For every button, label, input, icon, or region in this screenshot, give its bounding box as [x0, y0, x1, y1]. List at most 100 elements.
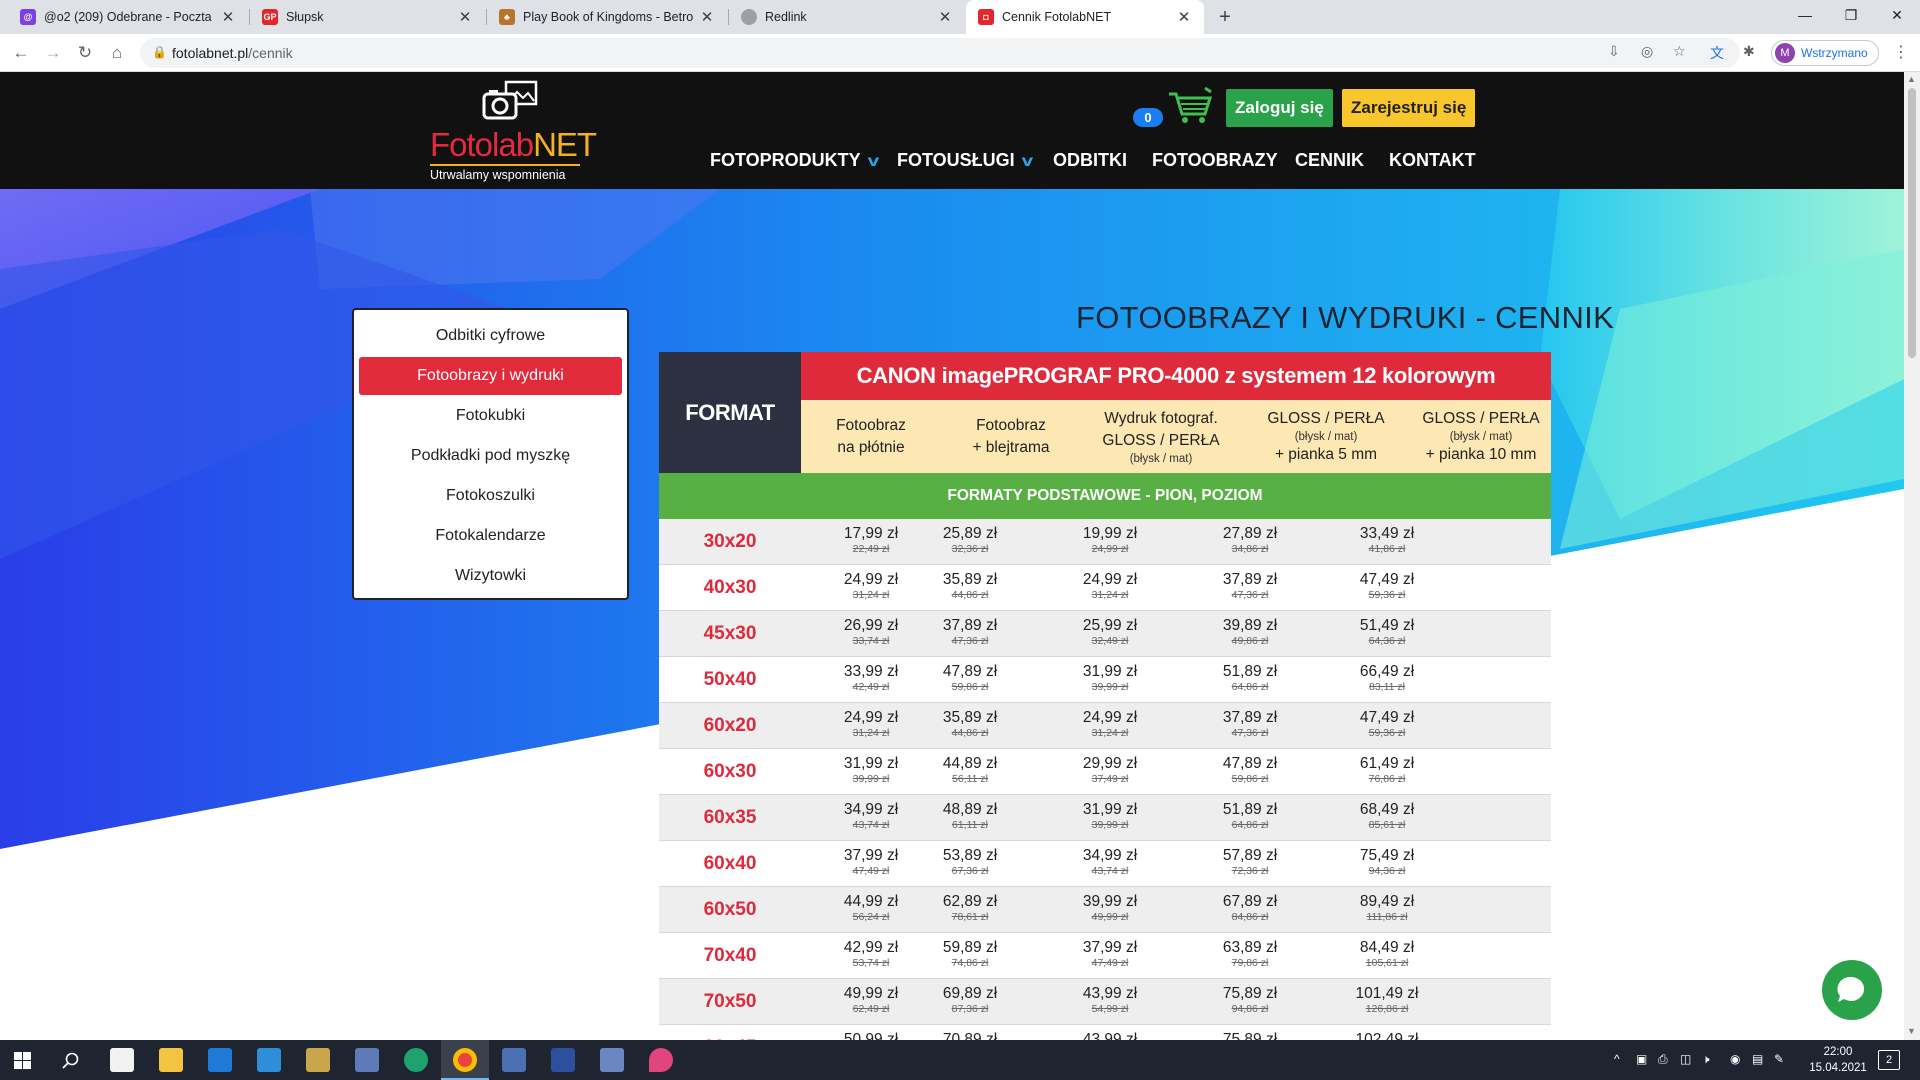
- tab-title: Słupsk: [286, 10, 324, 24]
- sidemenu-item-podkladki[interactable]: Podkładki pod myszkę: [359, 437, 622, 475]
- volume-muted-icon[interactable]: 🕨: [1702, 1052, 1710, 1067]
- logo-underline: [430, 164, 580, 166]
- forward-button[interactable]: →: [40, 40, 66, 66]
- price-cell: 75,89 zł94,86 zł: [1190, 1031, 1310, 1040]
- reload-button[interactable]: ↻: [72, 40, 98, 66]
- edge-icon[interactable]: [404, 1048, 428, 1072]
- close-window-button[interactable]: ✕: [1874, 0, 1920, 34]
- close-icon[interactable]: ✕: [699, 8, 715, 26]
- current-price: 43,99 zł: [1082, 985, 1138, 1002]
- vscode-icon[interactable]: [257, 1048, 281, 1072]
- logo-tagline: Utrwalamy wspomnienia: [430, 168, 566, 182]
- cart-button[interactable]: 0: [1133, 86, 1213, 130]
- tracking-protection-icon[interactable]: ◎: [1641, 43, 1653, 60]
- remote-desktop-icon[interactable]: [600, 1048, 624, 1072]
- paint-icon[interactable]: [649, 1048, 673, 1072]
- fotolabnet-logo[interactable]: FotolabNET Utrwalamy wspomnienia: [425, 80, 597, 182]
- nav-item-fotoprodukty[interactable]: FOTOPRODUKTY v: [710, 150, 879, 171]
- tray-app-icon[interactable]: ◉: [1730, 1052, 1740, 1066]
- mail-icon[interactable]: [208, 1048, 232, 1072]
- tab-cennik-fotolabnet[interactable]: ◘ Cennik FotolabNET ✕: [966, 0, 1204, 34]
- tab-betroom[interactable]: ♣ Play Book of Kingdoms - Betroom ✕: [487, 0, 727, 34]
- windows-start-icon[interactable]: [14, 1052, 31, 1069]
- price-cell: 24,99 zł 31,24 zł: [1050, 571, 1170, 602]
- sidemenu-item-fotoobrazy-i-wydruki[interactable]: Fotoobrazy i wydruki: [359, 357, 622, 395]
- sidemenu-item-fotokoszulki[interactable]: Fotokoszulki: [359, 477, 622, 515]
- bookmark-star-icon[interactable]: ☆: [1673, 43, 1686, 60]
- chat-widget-button[interactable]: [1822, 960, 1882, 1020]
- translate-icon[interactable]: 文: [1710, 43, 1724, 63]
- nav-label: FOTOPRODUKTY: [710, 150, 861, 170]
- search-icon[interactable]: [62, 1052, 79, 1069]
- close-icon[interactable]: ✕: [1176, 8, 1192, 26]
- new-tab-button[interactable]: +: [1212, 4, 1238, 30]
- price-cell: 27,89 zł 34,86 zł: [1190, 525, 1310, 556]
- menu-kebab-icon[interactable]: ⋮: [1893, 42, 1909, 62]
- address-bar[interactable]: 🔒 fotolabnet.pl/cennik: [140, 38, 1740, 68]
- restore-button[interactable]: ❐: [1828, 0, 1874, 34]
- save-app-icon[interactable]: [551, 1048, 575, 1072]
- current-price: 43,99 zł: [1082, 1031, 1138, 1040]
- price-cell: 67,89 zł 84,86 zł: [1190, 893, 1310, 924]
- close-icon[interactable]: ✕: [457, 8, 473, 26]
- close-icon[interactable]: ✕: [220, 8, 236, 26]
- nav-item-odbitki[interactable]: ODBITKI: [1053, 150, 1127, 171]
- login-button[interactable]: Zaloguj się: [1226, 89, 1333, 127]
- tray-app2-icon[interactable]: ▤: [1752, 1052, 1763, 1066]
- extensions-icon[interactable]: ✱: [1743, 43, 1755, 60]
- price-cell: 31,99 zł 39,99 zł: [1050, 801, 1170, 832]
- register-button[interactable]: Zarejestruj się: [1342, 89, 1476, 127]
- current-price: 68,49 zł: [1359, 801, 1415, 818]
- tab-redlink[interactable]: Redlink ✕: [729, 0, 965, 34]
- store-icon[interactable]: [110, 1048, 134, 1072]
- lock-icon[interactable]: 🔒: [152, 45, 167, 59]
- network-icon[interactable]: [355, 1048, 379, 1072]
- old-price: 31,24 zł: [1091, 589, 1129, 601]
- current-price: 35,89 zł: [942, 709, 998, 726]
- col-header-plotno: Fotoobraz na płótnie: [801, 400, 941, 473]
- current-price: 25,89 zł: [942, 525, 998, 542]
- printer-icon[interactable]: ⎙: [1658, 1052, 1668, 1067]
- old-price: 32,49 zł: [1091, 635, 1129, 647]
- file-explorer-icon[interactable]: [159, 1048, 183, 1072]
- scrollbar-thumb[interactable]: [1908, 88, 1916, 358]
- nav-item-fotoobrazy[interactable]: FOTOOBRAZY: [1152, 150, 1278, 171]
- sidemenu-item-odbitki-cyfrowe[interactable]: Odbitki cyfrowe: [359, 317, 622, 355]
- old-price: 85,61 zł: [1368, 819, 1406, 831]
- nav-item-cennik[interactable]: CENNIK: [1295, 150, 1364, 171]
- tray-device-icon[interactable]: ▣: [1636, 1052, 1647, 1066]
- col-header-wydruk: Wydruk fotograf. GLOSS / PERŁA (błysk / …: [1081, 400, 1241, 473]
- close-icon[interactable]: ✕: [937, 8, 953, 26]
- system-clock[interactable]: 22:00 15.04.2021: [1808, 1044, 1868, 1076]
- sidemenu-item-wizytowki[interactable]: Wizytowki: [359, 557, 622, 595]
- current-price: 37,89 zł: [1222, 709, 1278, 726]
- home-button[interactable]: ⌂: [104, 40, 130, 66]
- old-price: 47,36 zł: [1231, 589, 1269, 601]
- notification-center-icon[interactable]: 2: [1878, 1050, 1900, 1070]
- minimize-button[interactable]: —: [1782, 0, 1828, 34]
- back-button[interactable]: ←: [8, 40, 34, 66]
- calculator-icon[interactable]: [502, 1048, 526, 1072]
- scroll-up-arrow-icon[interactable]: ▲: [1907, 74, 1916, 84]
- tab-title: Play Book of Kingdoms - Betroom: [523, 10, 693, 24]
- tray-chevron-up-icon[interactable]: ^: [1614, 1052, 1620, 1066]
- page-scrollbar[interactable]: ▲ ▼: [1904, 72, 1920, 1040]
- tab-o2-mail[interactable]: @ @o2 (209) Odebrane - Poczta o2 ✕: [8, 0, 248, 34]
- price-cell: 25,99 zł 32,49 zł: [1050, 617, 1170, 648]
- chrome-icon[interactable]: [453, 1048, 477, 1072]
- tray-capture-icon[interactable]: ◫: [1680, 1052, 1691, 1066]
- scroll-down-arrow-icon[interactable]: ▼: [1907, 1026, 1916, 1036]
- tray-pen-icon[interactable]: ✎: [1774, 1052, 1784, 1066]
- col-header-line1: Fotoobraz: [976, 416, 1046, 434]
- archive-icon[interactable]: [306, 1048, 330, 1072]
- sidemenu-item-fotokubki[interactable]: Fotokubki: [359, 397, 622, 435]
- nav-item-kontakt[interactable]: KONTAKT: [1389, 150, 1476, 171]
- old-price: 74,86 zł: [951, 957, 989, 969]
- install-icon[interactable]: ⇩: [1608, 43, 1620, 60]
- current-price: 35,89 zł: [942, 571, 998, 588]
- old-price: 59,86 zł: [1231, 773, 1269, 785]
- tab-slupsk[interactable]: GP Słupsk ✕: [250, 0, 485, 34]
- nav-item-fotouslugi[interactable]: FOTOUSŁUGI v: [897, 150, 1033, 171]
- sidemenu-item-fotokalendarze[interactable]: Fotokalendarze: [359, 517, 622, 555]
- profile-button[interactable]: M Wstrzymano: [1771, 40, 1879, 66]
